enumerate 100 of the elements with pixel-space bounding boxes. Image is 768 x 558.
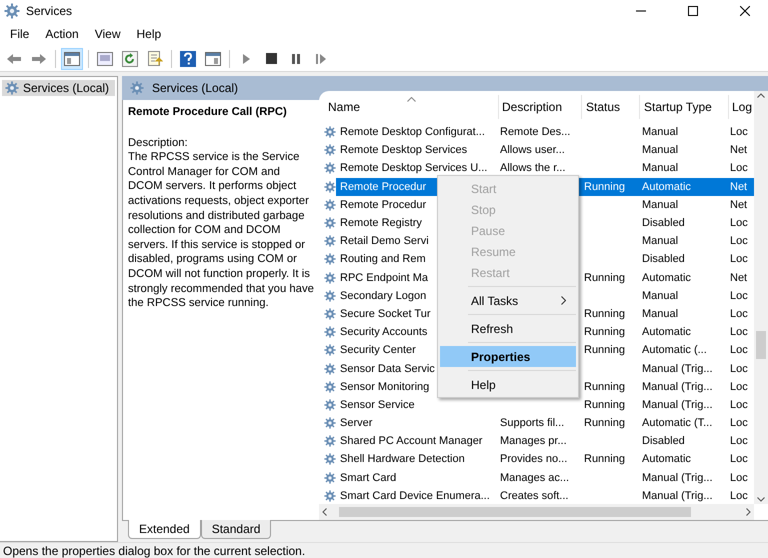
cell-text: Manual — [642, 162, 678, 174]
cell-text: Security Accounts — [340, 326, 428, 338]
cell-text: Loc — [730, 235, 748, 248]
play-icon[interactable] — [241, 52, 251, 64]
column-header[interactable]: Status — [582, 95, 640, 119]
back-arrow-icon[interactable] — [6, 52, 22, 64]
cell-text: Running — [584, 344, 625, 356]
cell-text: Allows the r... — [500, 162, 566, 174]
cell-text: Supports fil... — [500, 417, 564, 430]
cell-text: Loc — [730, 453, 748, 466]
cell-text: RPC Endpoint Ma — [340, 272, 428, 284]
scrollbar-thumb[interactable] — [756, 331, 766, 359]
gear-icon — [324, 125, 336, 140]
console-tree-icon[interactable] — [64, 52, 80, 66]
cell-text: Net — [730, 198, 748, 211]
cell-text: Loc — [730, 490, 748, 502]
cell-text: Running — [584, 272, 625, 284]
description-label: Description: — [128, 136, 189, 150]
cell-text: Manual — [642, 198, 678, 211]
cell-text: Automatic — [642, 453, 691, 466]
cell-text: Running — [584, 453, 625, 466]
column-header[interactable]: Description — [499, 95, 582, 119]
menu-item[interactable]: Action — [37, 27, 87, 41]
cell-text: Loc — [730, 472, 748, 484]
cell-text: Loc — [730, 398, 748, 411]
scroll-down-icon[interactable] — [757, 497, 765, 502]
cell-text: Shell Hardware Detection — [340, 453, 465, 466]
gear-icon — [324, 306, 336, 321]
forward-arrow-icon[interactable] — [31, 52, 47, 64]
scrollbar-thumb[interactable] — [339, 507, 691, 517]
vertical-scrollbar[interactable] — [754, 91, 768, 504]
scroll-left-icon[interactable] — [322, 508, 327, 516]
cell-text: Manual (Trig... — [642, 490, 713, 502]
menu-item[interactable]: View — [86, 27, 128, 41]
menu-option[interactable]: All Tasks — [440, 290, 576, 311]
cell-text: Disabled — [642, 435, 685, 448]
cell-text: Loc — [730, 162, 748, 174]
cell-text: Loc — [730, 326, 748, 338]
panel-title: Services (Local) — [152, 81, 238, 95]
stop-icon[interactable] — [266, 53, 276, 64]
cell-text: Allows user... — [500, 144, 565, 156]
cell-text: Loc — [730, 417, 748, 430]
cell-text: Manual — [642, 235, 678, 248]
gear-icon — [324, 398, 336, 412]
close-icon[interactable] — [740, 6, 750, 16]
cell-text: Loc — [730, 217, 748, 230]
pause-icon[interactable] — [291, 52, 301, 64]
toolbar-button[interactable] — [61, 48, 83, 70]
menu-option[interactable]: Help — [440, 374, 576, 395]
gear-icon — [324, 288, 336, 303]
cell-text: Running — [584, 180, 625, 193]
cell-text: Loc — [730, 344, 748, 356]
horizontal-scrollbar[interactable] — [319, 504, 754, 520]
view-tab[interactable]: Standard — [200, 520, 272, 539]
column-header[interactable]: Name — [324, 95, 499, 119]
cell-text: Loc — [730, 435, 748, 448]
gear-icon — [324, 143, 336, 158]
cell-text: Secure Socket Tur — [340, 308, 430, 320]
cell-text: Remote Desktop Services — [340, 144, 468, 156]
column-header[interactable]: Startup Type — [640, 95, 729, 119]
chevron-right-icon — [561, 296, 566, 305]
menu-option[interactable]: Properties — [440, 346, 576, 367]
gear-icon — [324, 180, 336, 194]
sort-caret-icon — [407, 97, 416, 102]
cell-text: Remote Procedur — [340, 180, 426, 193]
gear-icon — [324, 343, 336, 358]
gear-icon — [324, 380, 336, 394]
window-icon[interactable] — [97, 52, 113, 66]
scroll-up-icon[interactable] — [757, 93, 765, 98]
cell-text: Net — [730, 180, 748, 193]
cell-text: Manages ac... — [500, 472, 570, 484]
service-title: Remote Procedure Call (RPC) — [128, 105, 288, 120]
cell-text: Loc — [730, 308, 748, 320]
cell-text: Disabled — [642, 217, 685, 230]
cell-text: Automatic — [642, 326, 691, 338]
minimize-icon[interactable] — [636, 10, 646, 12]
cell-text: Loc — [730, 290, 748, 302]
cell-text: Automatic — [642, 180, 691, 193]
menu-item[interactable]: File — [2, 27, 38, 41]
cell-text: Sensor Service — [340, 398, 415, 411]
resume-icon[interactable] — [315, 52, 327, 64]
menu-item[interactable]: Help — [128, 27, 170, 41]
cell-text: Retail Demo Servi — [340, 235, 429, 248]
gear-icon — [324, 470, 336, 485]
menu-option[interactable]: Refresh — [440, 318, 576, 339]
window-title: Services — [26, 4, 74, 18]
cell-text: Routing and Rem — [340, 253, 426, 266]
cell-text: Remote Desktop Configurat... — [340, 126, 485, 138]
gear-icon — [324, 216, 336, 230]
cell-text: Automatic (... — [642, 344, 707, 356]
action-pane-icon[interactable] — [205, 52, 221, 66]
scroll-right-icon[interactable] — [746, 508, 751, 516]
maximize-icon[interactable] — [688, 6, 698, 16]
gear-icon — [324, 198, 336, 212]
view-tab[interactable]: Extended — [128, 520, 201, 539]
tree-item[interactable]: Services (Local) — [2, 80, 115, 96]
gear-icon — [5, 81, 19, 95]
cell-text: Manual (Trig... — [642, 472, 713, 484]
gear-icon — [324, 488, 336, 503]
cell-text: Shared PC Account Manager — [340, 435, 482, 448]
